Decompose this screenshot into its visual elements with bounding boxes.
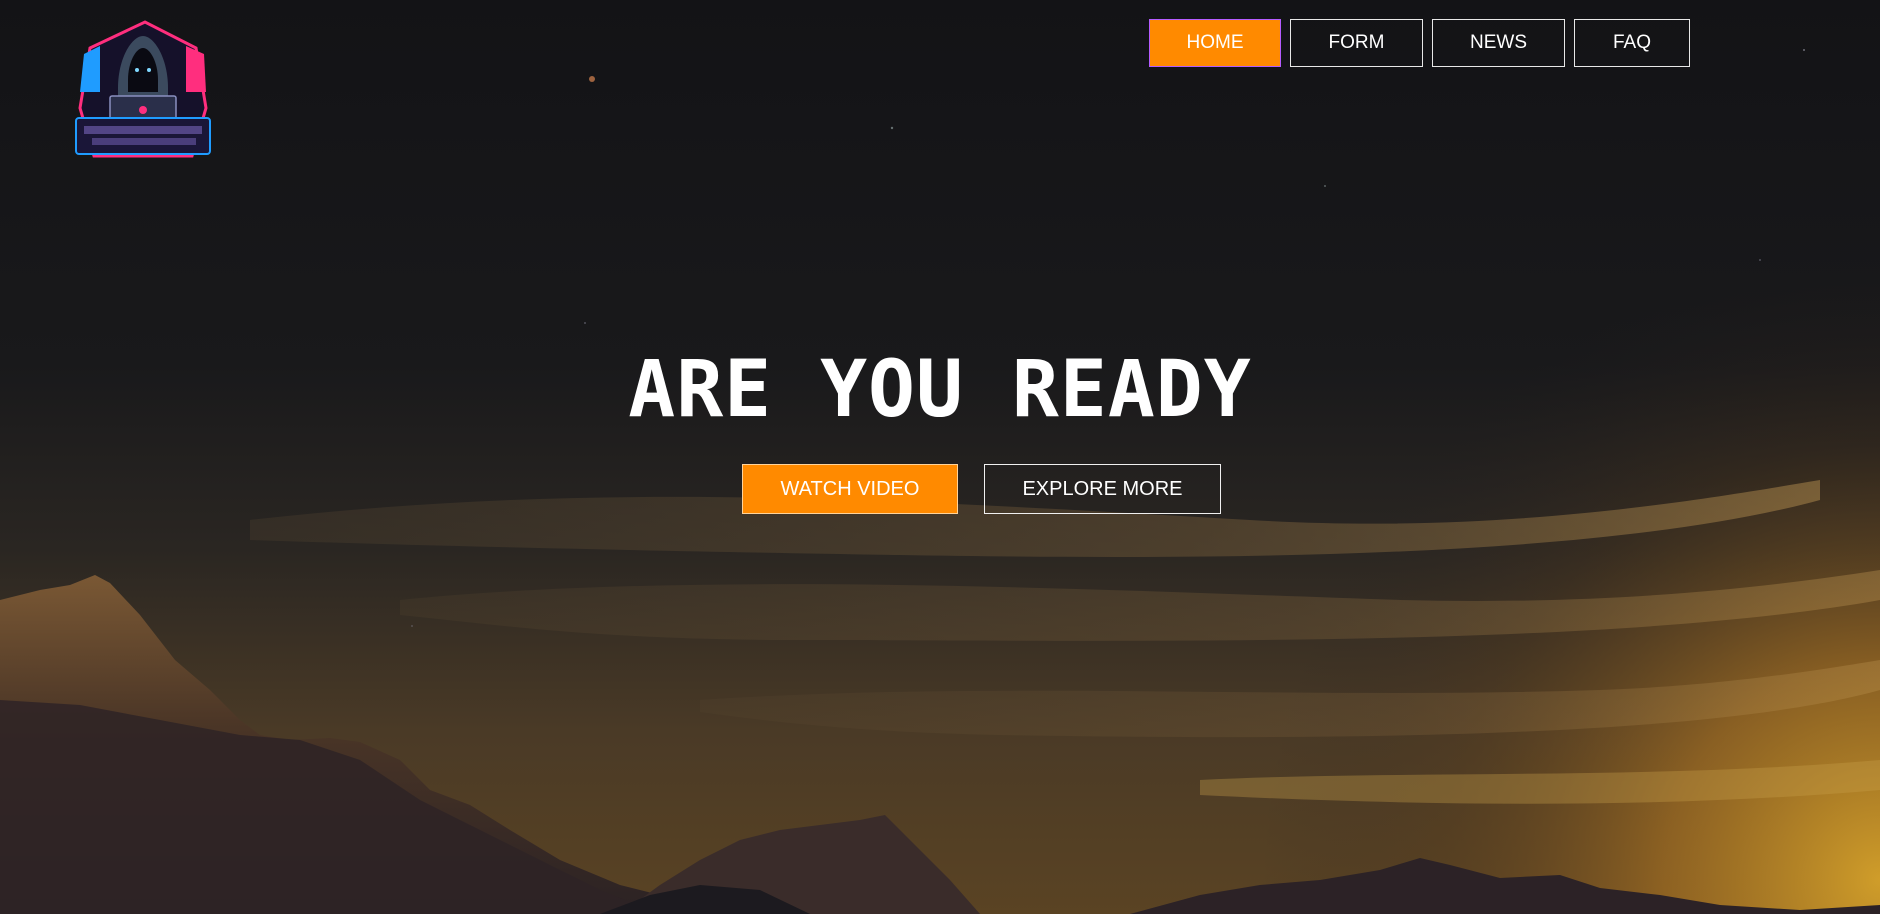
explore-more-button[interactable]: EXPLORE MORE xyxy=(984,464,1221,514)
hooded-hacker-logo[interactable] xyxy=(70,18,216,168)
sunset-mountain-background xyxy=(0,0,1880,914)
nav-news-button[interactable]: NEWS xyxy=(1432,19,1565,67)
landing-page: HOME FORM NEWS FAQ ARE YOU READY WATCH V… xyxy=(0,0,1880,914)
hero-title: ARE YOU READY xyxy=(628,345,1252,435)
nav-form-button[interactable]: FORM xyxy=(1290,19,1423,67)
hero-actions: WATCH VIDEO EXPLORE MORE xyxy=(742,464,1221,514)
nav-home-button[interactable]: HOME xyxy=(1149,19,1281,67)
nav-faq-button[interactable]: FAQ xyxy=(1574,19,1690,67)
top-nav: HOME FORM NEWS FAQ xyxy=(1149,19,1690,67)
watch-video-button[interactable]: WATCH VIDEO xyxy=(742,464,958,514)
